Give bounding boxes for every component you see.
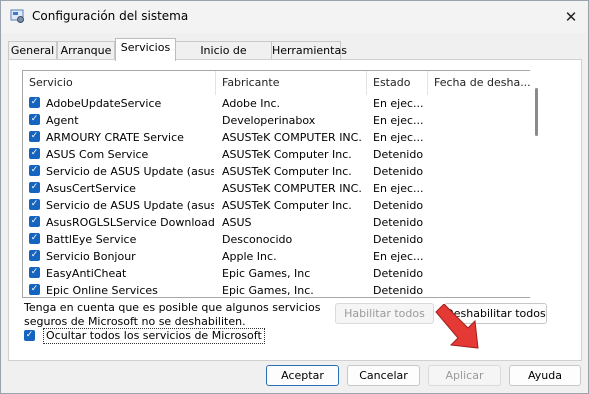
ok-button[interactable]: Aceptar xyxy=(266,365,339,386)
vertical-scrollbar[interactable] xyxy=(530,70,544,298)
service-name-cell: AsusROGLSLService Download R... xyxy=(46,216,214,229)
column-header-estado[interactable]: Estado xyxy=(367,71,428,95)
checkbox-checked-icon[interactable]: ✓ xyxy=(29,284,40,295)
table-row[interactable]: ✓ ARMOURY CRATE Service ASUSTeK COMPUTER I… xyxy=(23,129,531,146)
window-title: Configuración del sistema xyxy=(32,9,189,23)
msconfig-icon xyxy=(10,9,24,23)
microsoft-services-note: Tenga en cuenta que es posible que algun… xyxy=(24,301,321,328)
status-cell: En ejec... xyxy=(373,182,424,195)
status-cell: En ejec... xyxy=(373,131,424,144)
service-name-cell: BattlEye Service xyxy=(46,233,137,246)
red-arrow-icon xyxy=(435,304,479,349)
hide-microsoft-services-label[interactable]: Ocultar todos los servicios de Microsoft xyxy=(43,328,265,344)
manufacturer-cell: ASUSTeK Computer Inc. xyxy=(222,148,352,161)
table-row[interactable]: ✓ Epic Online Services Epic Games, Inc. Det… xyxy=(23,282,531,297)
manufacturer-cell: ASUSTeK COMPUTER INC. xyxy=(222,182,362,195)
service-name-cell: ASUS Com Service xyxy=(46,148,149,161)
column-header-fecha[interactable]: Fecha de desha... xyxy=(428,71,531,95)
status-cell: Detenido xyxy=(373,284,424,297)
title-bar: Configuración del sistema ✕ xyxy=(1,1,588,33)
tab-arranque[interactable]: Arranque xyxy=(57,41,115,60)
scrollbar-thumb[interactable] xyxy=(535,88,538,136)
manufacturer-cell: Adobe Inc. xyxy=(222,97,281,110)
manufacturer-cell: Epic Games, Inc xyxy=(222,267,311,280)
status-cell: Detenido xyxy=(373,148,424,161)
manufacturer-cell: Apple Inc. xyxy=(222,250,277,263)
status-cell: En ejec... xyxy=(373,97,424,110)
tab-herramientas[interactable]: Herramientas xyxy=(271,41,347,60)
tab-inicio-de-windows[interactable]: Inicio de Windows xyxy=(175,41,272,74)
table-row[interactable]: ✓ Servicio de ASUS Update (asus) ASUSTeK C… xyxy=(23,163,531,180)
status-cell: Detenido xyxy=(373,233,424,246)
status-cell: Detenido xyxy=(373,216,424,229)
service-name-cell: AsusCertService xyxy=(46,182,136,195)
status-cell: En ejec... xyxy=(373,114,424,127)
manufacturer-cell: Developerinabox xyxy=(222,114,316,127)
help-button[interactable]: Ayuda xyxy=(509,365,581,386)
tab-general[interactable]: General xyxy=(8,41,57,60)
manufacturer-cell: ASUSTeK COMPUTER INC. xyxy=(222,131,362,144)
service-name-cell: Servicio de ASUS Update (asus) xyxy=(46,165,214,178)
service-name-cell: Servicio Bonjour xyxy=(46,250,136,263)
service-name-cell: AdobeUpdateService xyxy=(46,97,162,110)
service-name-cell: Epic Online Services xyxy=(46,284,158,297)
table-row[interactable]: ✓ Servicio Bonjour Apple Inc. En ejec... xyxy=(23,248,531,265)
status-cell: Detenido xyxy=(373,165,424,178)
checkbox-checked-icon[interactable]: ✓ xyxy=(29,114,40,125)
service-name-cell: Agent xyxy=(46,114,79,127)
checkbox-checked-icon[interactable]: ✓ xyxy=(29,165,40,176)
checkbox-checked-icon[interactable]: ✓ xyxy=(29,199,40,210)
status-cell: Detenido xyxy=(373,267,424,280)
status-cell: Detenido xyxy=(373,199,424,212)
table-row[interactable]: ✓ AsusROGLSLService Download R... ASUS Dete… xyxy=(23,214,531,231)
manufacturer-cell: ASUSTeK Computer Inc. xyxy=(222,199,352,212)
service-name-cell: Servicio de ASUS Update (asusm) xyxy=(46,199,214,212)
table-row[interactable]: ✓ AdobeUpdateService Adobe Inc. En ejec... xyxy=(23,95,531,112)
status-cell: En ejec... xyxy=(373,250,424,263)
checkbox-checked-icon[interactable]: ✓ xyxy=(29,267,40,278)
table-row[interactable]: ✓ ASUS Com Service ASUSTeK Computer Inc. De… xyxy=(23,146,531,163)
list-header: Servicio Fabricante Estado Fecha de desh… xyxy=(23,71,531,95)
manufacturer-cell: Desconocido xyxy=(222,233,293,246)
table-row[interactable]: ✓ Agent Developerinabox En ejec... xyxy=(23,112,531,129)
tab-servicios[interactable]: Servicios xyxy=(115,38,176,61)
apply-button[interactable]: Aplicar xyxy=(428,365,501,386)
checkbox-checked-icon[interactable]: ✓ xyxy=(29,131,40,142)
manufacturer-cell: ASUS xyxy=(222,216,252,229)
service-name-cell: ARMOURY CRATE Service xyxy=(46,131,184,144)
services-panel: Servicio Fabricante Estado Fecha de desh… xyxy=(8,59,582,361)
manufacturer-cell: ASUSTeK Computer Inc. xyxy=(222,165,352,178)
checkbox-checked-icon[interactable]: ✓ xyxy=(29,97,40,108)
manufacturer-cell: Epic Games, Inc. xyxy=(222,284,314,297)
checkbox-checked-icon[interactable]: ✓ xyxy=(29,182,40,193)
column-header-servicio[interactable]: Servicio xyxy=(23,71,216,95)
checkbox-checked-icon[interactable]: ✓ xyxy=(29,216,40,227)
system-configuration-window: Configuración del sistema ✕ General Arra… xyxy=(0,0,589,394)
checkbox-checked-icon[interactable]: ✓ xyxy=(29,250,40,261)
table-row[interactable]: ✓ EasyAntiCheat Epic Games, Inc Detenido xyxy=(23,265,531,282)
table-row[interactable]: ✓ BattlEye Service Desconocido Detenido xyxy=(23,231,531,248)
checkbox-checked-icon[interactable]: ✓ xyxy=(24,330,35,341)
column-header-fabricante[interactable]: Fabricante xyxy=(216,71,367,95)
table-row[interactable]: ✓ AsusCertService ASUSTeK COMPUTER INC. En … xyxy=(23,180,531,197)
checkbox-checked-icon[interactable]: ✓ xyxy=(29,148,40,159)
close-icon[interactable]: ✕ xyxy=(554,3,588,31)
table-row[interactable]: ✓ Servicio de ASUS Update (asusm) ASUSTeK … xyxy=(23,197,531,214)
service-name-cell: EasyAntiCheat xyxy=(46,267,127,280)
cancel-button[interactable]: Cancelar xyxy=(347,365,420,386)
services-list[interactable]: Servicio Fabricante Estado Fecha de desh… xyxy=(22,70,532,298)
checkbox-checked-icon[interactable]: ✓ xyxy=(29,233,40,244)
enable-all-button[interactable]: Habilitar todos xyxy=(335,303,434,324)
